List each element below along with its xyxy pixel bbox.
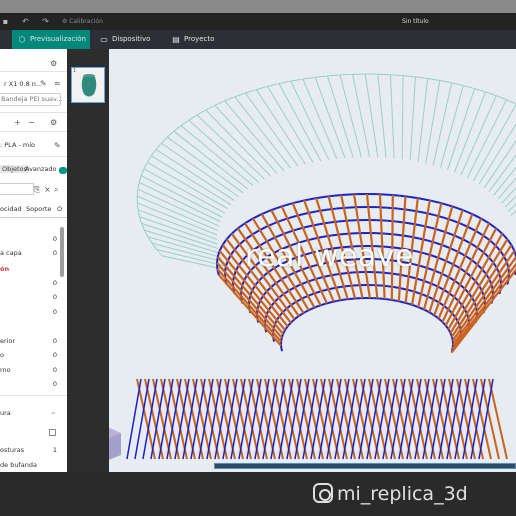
tab-device[interactable]: ▭ Dispositivo bbox=[94, 30, 160, 49]
setting-row-value[interactable]: 0 bbox=[53, 337, 57, 345]
filament-settings-icon[interactable]: ⚙ bbox=[50, 118, 57, 127]
divider bbox=[0, 217, 67, 218]
advanced-mode-toggle[interactable] bbox=[59, 167, 67, 174]
left-sidebar: ⚙ r X1 0.8 n... ✎ ≈ Bandeja PEI suav... … bbox=[0, 49, 67, 472]
setting-section-heading: ón bbox=[0, 265, 10, 273]
setting-row-label: o bbox=[0, 351, 4, 359]
edit-filament-icon[interactable]: ✎ bbox=[54, 141, 61, 150]
close-icon[interactable]: × bbox=[44, 185, 51, 194]
plate-type-select[interactable]: Bandeja PEI suav... bbox=[0, 93, 63, 106]
plate-thumbnail[interactable]: 1 bbox=[71, 67, 105, 103]
tab-device-label: Dispositivo bbox=[112, 35, 151, 43]
filament-name: PLA - mío bbox=[4, 141, 35, 149]
window-title: Sin título bbox=[402, 18, 429, 25]
project-icon: ▤ bbox=[172, 35, 180, 44]
preview-viewport[interactable]: real weave z bbox=[67, 49, 516, 472]
cube-icon: ⬡ bbox=[18, 35, 26, 44]
search-input[interactable] bbox=[0, 183, 34, 195]
advanced-mode-label: Avanzado bbox=[25, 165, 57, 173]
monitor-icon: ▭ bbox=[100, 35, 108, 44]
divider bbox=[0, 112, 67, 113]
remove-icon[interactable]: − bbox=[28, 118, 35, 127]
setting-row-label: rno bbox=[0, 366, 11, 374]
setting-row-value[interactable]: 1 bbox=[53, 446, 57, 454]
setting-row-label: ura bbox=[0, 409, 11, 417]
setting-row-value[interactable]: 0 bbox=[53, 308, 57, 316]
tab-preview[interactable]: ⬡ Previsualización bbox=[12, 30, 90, 49]
tab-project-label: Proyecto bbox=[184, 35, 215, 43]
setting-row-value[interactable]: 0 bbox=[53, 366, 57, 374]
instagram-icon bbox=[313, 483, 333, 503]
watermark-text: mi_replica_3d bbox=[337, 483, 468, 505]
plate-thumbnail-strip: 1 bbox=[67, 49, 109, 472]
divider bbox=[0, 156, 67, 157]
layer-slider[interactable] bbox=[214, 463, 516, 469]
settings-tab-speed[interactable]: ocidad bbox=[0, 205, 22, 213]
edit-icon[interactable]: ✎ bbox=[40, 79, 47, 88]
setting-row-label: de bufanda bbox=[0, 461, 37, 469]
calibration-label: Calibración bbox=[69, 18, 103, 25]
redo-icon[interactable]: ↷ bbox=[40, 16, 51, 27]
woven-layers bbox=[126, 193, 516, 460]
divider bbox=[0, 131, 67, 132]
setting-checkbox[interactable] bbox=[49, 429, 56, 436]
printer-name[interactable]: r X1 0.8 n... bbox=[4, 80, 42, 88]
divider bbox=[0, 395, 67, 396]
calibration-button[interactable]: ⚙ Calibración bbox=[62, 16, 103, 27]
sidebar-scrollbar[interactable] bbox=[60, 227, 64, 277]
main-tab-bar: r ⬡ Previsualización ▭ Dispositivo ▤ Pro… bbox=[0, 30, 516, 49]
tab-project[interactable]: ▤ Proyecto bbox=[166, 30, 226, 49]
setting-row-value[interactable]: 0 bbox=[53, 351, 57, 359]
title-bar: ▪ ↶ ↷ ⚙ Calibración Sin título bbox=[0, 13, 516, 30]
chevron-down-icon[interactable]: ⌄ bbox=[50, 407, 57, 416]
search-icon[interactable]: ⌕ bbox=[54, 185, 58, 194]
setting-row-value[interactable]: 0 bbox=[53, 249, 57, 257]
settings-tab-support[interactable]: Soporte bbox=[26, 205, 51, 213]
undo-icon[interactable]: ↶ bbox=[20, 16, 31, 27]
settings-tab-other[interactable]: O bbox=[57, 205, 62, 213]
save-icon[interactable]: ▪ bbox=[0, 16, 11, 27]
watermark: mi_replica_3d bbox=[313, 480, 468, 505]
overlay-caption: real weave bbox=[245, 239, 414, 274]
setting-row-label: osturas bbox=[0, 446, 25, 454]
plate-type-value: Bandeja PEI suav... bbox=[1, 95, 63, 103]
setting-row-value[interactable]: 0 bbox=[53, 235, 57, 243]
tab-preview-label: Previsualización bbox=[30, 35, 86, 43]
setting-row-label: a capa bbox=[0, 249, 22, 257]
wifi-icon[interactable]: ≈ bbox=[54, 79, 61, 88]
setting-row-label: erior bbox=[0, 337, 16, 345]
settings-gear-icon[interactable]: ⚙ bbox=[50, 59, 57, 68]
filament-label: : PLA - mío bbox=[0, 141, 35, 149]
plate-number: 1 bbox=[73, 68, 77, 74]
outer-frame-top bbox=[0, 0, 516, 13]
save-preset-icon[interactable]: ⎘ bbox=[34, 185, 40, 194]
add-icon[interactable]: + bbox=[14, 118, 21, 127]
divider bbox=[0, 71, 67, 72]
setting-row-value[interactable]: 0 bbox=[53, 293, 57, 301]
vase-thumbnail-icon bbox=[81, 74, 97, 97]
setting-row-value[interactable]: 0 bbox=[53, 380, 57, 388]
setting-row-value[interactable]: 0 bbox=[53, 279, 57, 287]
